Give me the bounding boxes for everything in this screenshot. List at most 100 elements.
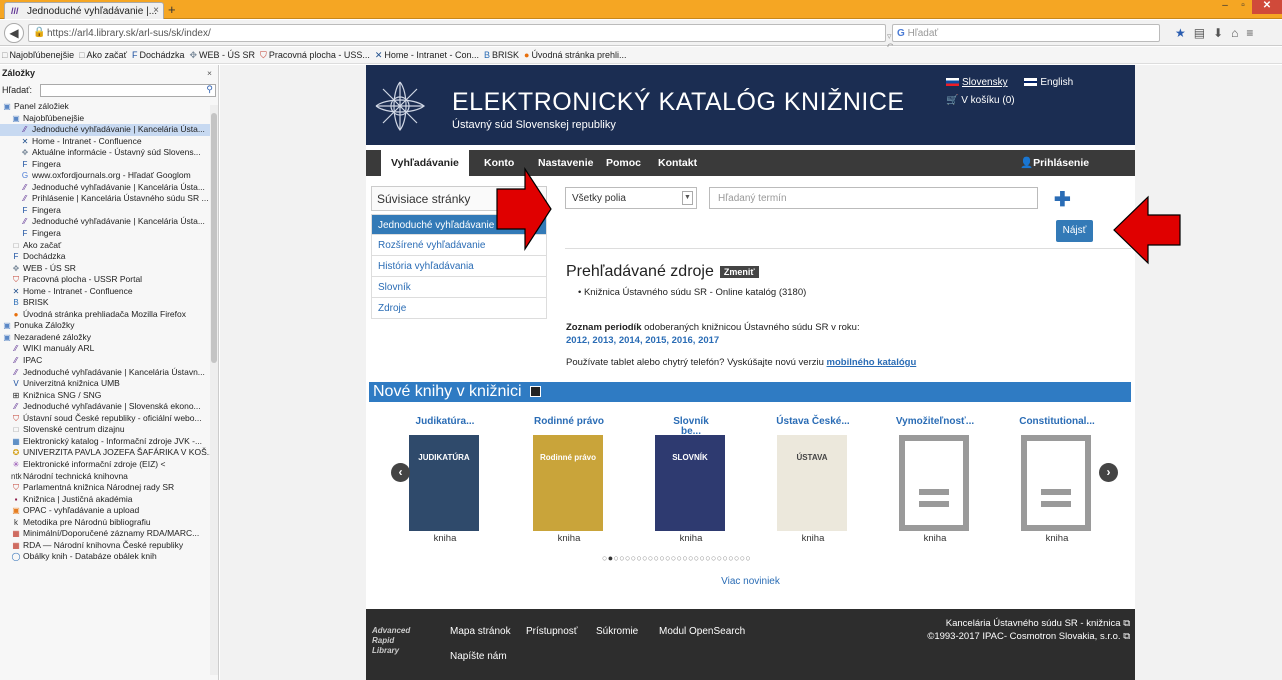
sidebar-bookmark-item[interactable]: ▦ RDA — Národní knihovna České republiky <box>0 540 218 552</box>
sidebar-bookmark-item[interactable]: ⁄⁄ WIKI manuály ARL <box>0 343 218 355</box>
carousel-next-button[interactable]: › <box>1099 463 1118 482</box>
sidebar-bookmark-item[interactable]: ✕ Home - Intranet - Confluence <box>0 286 218 298</box>
sidebar-bookmark-item[interactable]: ▣ OPAC - vyhľadávanie a upload <box>0 505 218 517</box>
bookmark-5[interactable]: ✕ Home - Intranet - Con... <box>375 50 479 61</box>
sidebar-bookmark-item[interactable]: ⁄⁄ Prihlásenie | Kancelária Ústavného súd… <box>0 193 218 205</box>
sidebar-bookmark-item[interactable]: F Fingera <box>0 228 218 240</box>
sidebar-bookmark-item[interactable]: k Metodika pre Národnú bibliografiu <box>0 517 218 529</box>
lang-slovak-link[interactable]: Slovensky <box>962 77 1008 88</box>
close-tab-icon[interactable]: × <box>153 5 159 16</box>
sidebar-search-input[interactable]: ⚲ <box>40 84 216 97</box>
home-icon[interactable]: ⌂ <box>1231 26 1246 40</box>
sidebar-bookmark-item[interactable]: ✕ Home - Intranet - Confluence <box>0 136 218 148</box>
carousel-dots[interactable]: ○●○○○○○○○○○○○○○○○○○○○○○○○○ <box>602 553 751 563</box>
sidebar-bookmark-item[interactable]: ▦ Minimální/Doporučené záznamy RDA/MARC..… <box>0 528 218 540</box>
book-card[interactable]: Constitutional... kniha <box>992 415 1122 544</box>
close-sidebar-icon[interactable]: × <box>207 68 212 78</box>
sidebar-bookmark-item[interactable]: ⁄⁄ Jednoduché vyhľadávanie | Kancelária Ú… <box>0 124 218 136</box>
carousel-prev-button[interactable]: ‹ <box>391 463 410 482</box>
book-cover[interactable]: JUDIKATÚRA <box>409 435 479 531</box>
sidebar-bookmark-item[interactable]: ⊞ Knižnica SNG / SNG <box>0 390 218 402</box>
periodicals-years[interactable]: 2012, 2013, 2014, 2015, 2016, 2017 <box>566 335 719 346</box>
back-button[interactable]: ◀ <box>4 23 24 43</box>
related-dictionary[interactable]: Slovník <box>371 277 547 298</box>
sidebar-bookmark-item[interactable]: F Fingera <box>0 205 218 217</box>
sidebar-bookmark-item[interactable]: ◯ Obálky knih - Databáze obálek knih <box>0 551 218 563</box>
sidebar-bookmark-item[interactable]: □ Slovenské centrum dizajnu <box>0 424 218 436</box>
maximize-button[interactable]: ▫ <box>1234 0 1252 14</box>
footer-privacy-link[interactable]: Súkromie <box>596 626 638 637</box>
book-card[interactable]: Judikatúra... JUDIKATÚRA kniha <box>380 415 510 544</box>
sidebar-scroll-thumb[interactable] <box>211 113 217 363</box>
browser-search-input[interactable]: G Hľadať <box>892 24 1160 42</box>
bookmark-star-icon[interactable]: ★ <box>1175 26 1194 40</box>
book-cover[interactable]: ÚSTAVA <box>777 435 847 531</box>
download-icon[interactable]: ⬇ <box>1213 26 1231 40</box>
sidebar-bookmark-item[interactable]: ● Úvodná stránka prehliadača Mozilla Fire… <box>0 309 218 321</box>
menu-icon[interactable]: ≡ <box>1246 26 1261 40</box>
related-sources[interactable]: Zdroje <box>371 298 547 319</box>
cart-link[interactable]: 🛒 V košíku (0) <box>946 95 1015 106</box>
bookmark-3[interactable]: ✥ WEB - ÚS SR <box>189 50 255 61</box>
related-search-history[interactable]: História vyhľadávania <box>371 256 547 277</box>
sidebar-bookmark-item[interactable]: ▪ Knižnica | Justičná akadémia <box>0 494 218 506</box>
sidebar-bookmark-item[interactable]: ✳ Elektronické informační zdroje (EIZ) < <box>0 459 218 471</box>
menu-help[interactable]: Pomoc <box>606 150 641 176</box>
book-title[interactable]: Vymožiteľnosť... <box>870 415 1000 428</box>
sidebar-bookmark-item[interactable]: B BRISK <box>0 297 218 309</box>
sidebar-bookmark-item[interactable]: ⁄⁄ Jednoduché vyhľadávanie | Kancelária Ú… <box>0 182 218 194</box>
browser-tab[interactable]: /// Jednoduché vyhľadávanie |... × <box>4 2 164 19</box>
sidebar-bookmark-item[interactable]: ⛉ Pracovná plocha - USSR Portal <box>0 274 218 286</box>
sidebar-bookmark-item[interactable]: ✥ Aktuálne informácie - Ústavný súd Slove… <box>0 147 218 159</box>
sidebar-bookmark-item[interactable]: ▣ Najobľúbenejšie <box>0 113 218 125</box>
sidebar-bookmark-item[interactable]: □ Ako začať <box>0 240 218 252</box>
footer-opensearch-link[interactable]: Modul OpenSearch <box>659 626 745 637</box>
book-cover[interactable] <box>899 435 969 531</box>
book-cover[interactable]: Rodinné právo <box>533 435 603 531</box>
address-bar[interactable]: 🔒 https://arl4.library.sk/arl-sus/sk/ind… <box>28 24 894 52</box>
book-card[interactable]: Ústava České... ÚSTAVA kniha <box>748 415 878 544</box>
sidebar-bookmark-item[interactable]: ntkNárodní technická knihovna <box>0 471 218 483</box>
menu-search[interactable]: Vyhľadávanie <box>381 150 469 176</box>
footer-contact-link[interactable]: Napíšte nám <box>450 651 507 662</box>
bookmark-6[interactable]: B BRISK <box>484 50 519 60</box>
bookmark-4[interactable]: ⛉ Pracovná plocha - USS... <box>260 50 370 61</box>
reading-list-icon[interactable]: ▤ <box>1194 26 1213 40</box>
mobile-catalog-link[interactable]: mobilného katalógu <box>827 357 917 368</box>
bookmark-0[interactable]: □ Najobľúbenejšie <box>2 50 74 60</box>
sidebar-bookmark-item[interactable]: ✪ UNIVERZITA PAVLA JOZEFA ŠAFÁRIKA V KOŠ.… <box>0 447 218 459</box>
add-field-icon[interactable]: ✚ <box>1054 187 1071 212</box>
book-card[interactable]: Vymožiteľnosť... kniha <box>870 415 1000 544</box>
sidebar-bookmark-item[interactable]: ⛉ Ústavní soud České republiky - oficiáln… <box>0 413 218 425</box>
sidebar-bookmark-item[interactable]: ⁄⁄ IPAC <box>0 355 218 367</box>
login-link[interactable]: 👤Prihlásenie <box>1020 150 1089 176</box>
book-title[interactable]: Rodinné právo <box>504 415 634 428</box>
sidebar-bookmark-item[interactable]: ▣ Ponuka Záložky <box>0 320 218 332</box>
bookmark-1[interactable]: □ Ako začať <box>79 50 127 60</box>
footer-institution-link[interactable]: Kancelária Ústavného súdu SR - knižnica … <box>906 617 1130 630</box>
footer-accessibility-link[interactable]: Prístupnosť <box>526 626 578 637</box>
sidebar-bookmark-item[interactable]: ▣ Panel záložiek <box>0 101 218 113</box>
sidebar-bookmark-item[interactable]: F Dochádzka <box>0 251 218 263</box>
book-title[interactable]: Ústava České... <box>748 415 878 428</box>
change-sources-button[interactable]: Zmeniť <box>719 265 759 278</box>
book-card[interactable]: Slovník be... SLOVNÍK kniha <box>626 415 756 544</box>
rss-icon[interactable] <box>529 386 541 398</box>
footer-sitemap-link[interactable]: Mapa stránok <box>450 626 511 637</box>
book-title[interactable]: Judikatúra... <box>380 415 510 428</box>
sidebar-bookmark-item[interactable]: ✥ WEB - ÚS SR <box>0 263 218 275</box>
book-cover[interactable]: SLOVNÍK <box>655 435 725 531</box>
periodicals-link[interactable]: Zoznam periodík <box>566 322 641 333</box>
sidebar-bookmark-item[interactable]: ▦ Elektronický katalog - Informační zdroj… <box>0 436 218 448</box>
search-field-select[interactable]: Všetky polia ▼ <box>565 187 697 209</box>
new-tab-button[interactable]: + <box>168 2 176 17</box>
footer-vendor-link[interactable]: ©1993-2017 IPAC- Cosmotron Slovakia, s.r… <box>906 630 1130 643</box>
sidebar-bookmark-item[interactable]: ⁄⁄ Jednoduché vyhľadávanie | Kancelária Ú… <box>0 216 218 228</box>
find-button[interactable]: Nájsť <box>1056 220 1093 242</box>
more-news-link[interactable]: Viac noviniek <box>366 576 1135 587</box>
sidebar-bookmark-item[interactable]: Gwww.oxfordjournals.org - Hľadať Googlom <box>0 170 218 182</box>
menu-contact[interactable]: Kontakt <box>658 150 697 176</box>
book-title[interactable]: Constitutional... <box>992 415 1122 428</box>
sidebar-bookmark-item[interactable]: ▣ Nezaradené záložky <box>0 332 218 344</box>
lang-english-link[interactable]: English <box>1040 77 1073 88</box>
